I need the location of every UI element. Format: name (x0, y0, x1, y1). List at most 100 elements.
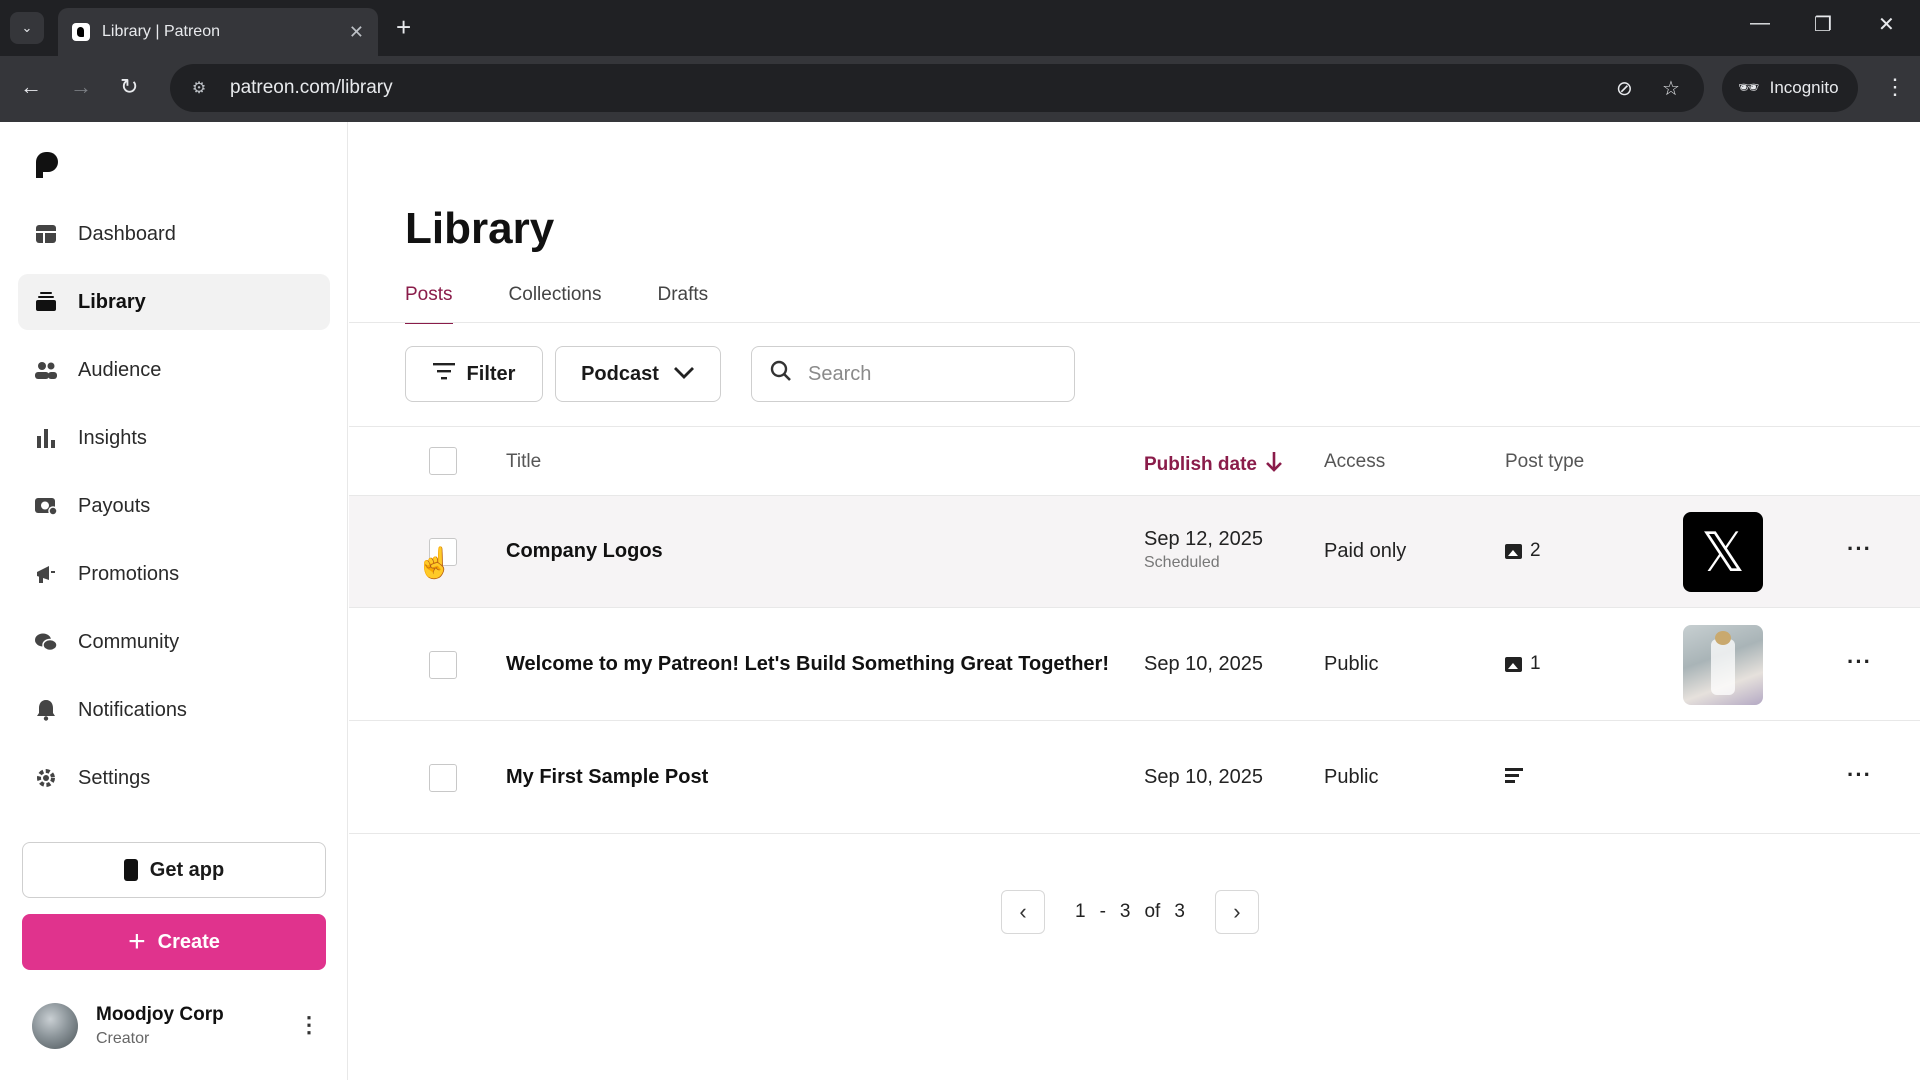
sidebar-item-dashboard[interactable]: Dashboard (18, 206, 330, 262)
table-row[interactable]: Company Logos Sep 12, 2025 Scheduled Pai… (349, 496, 1920, 608)
incognito-indicator[interactable]: 🕶 Incognito (1722, 64, 1858, 112)
get-app-label: Get app (149, 858, 225, 881)
select-all-checkbox[interactable] (429, 447, 457, 475)
page-to: 3 (1119, 901, 1131, 922)
sidebar-item-community[interactable]: Community (18, 614, 330, 670)
eye-off-icon[interactable]: ⊘ (1616, 76, 1633, 101)
column-access[interactable]: Access (1324, 451, 1385, 473)
library-tabs: Posts Collections Drafts (405, 284, 708, 324)
more-options-icon[interactable]: ··· (1847, 649, 1872, 675)
x-logo-thumbnail[interactable]: 𝕏 (1683, 512, 1763, 592)
tab-drafts[interactable]: Drafts (657, 284, 708, 324)
site-info-icon[interactable]: ⚙ (188, 77, 210, 99)
column-title[interactable]: Title (506, 451, 541, 473)
plus-icon: + (128, 925, 146, 958)
post-type-count: 1 (1530, 653, 1541, 674)
table-row[interactable]: Welcome to my Patreon! Let's Build Somet… (349, 609, 1920, 721)
post-title[interactable]: Welcome to my Patreon! Let's Build Somet… (506, 653, 1109, 676)
page-range: 1 - 3 of 3 (1075, 901, 1185, 923)
podcast-dropdown[interactable]: Podcast (555, 346, 721, 402)
post-type: 1 (1505, 653, 1541, 675)
sidebar-item-label: Insights (78, 426, 147, 449)
address-bar[interactable]: ⚙ patreon.com/library (170, 64, 1704, 112)
search-box[interactable] (751, 346, 1075, 402)
sidebar-item-label: Payouts (78, 494, 151, 517)
podcast-label: Podcast (581, 362, 659, 385)
post-access: Public (1324, 653, 1379, 675)
sidebar-item-label: Library (78, 290, 146, 313)
post-date: Sep 10, 2025 (1144, 653, 1263, 675)
filter-label: Filter (466, 362, 516, 385)
user-account[interactable]: Moodjoy Corp Creator ⋮ (32, 998, 332, 1054)
phone-icon (123, 859, 138, 881)
insights-icon (34, 426, 58, 450)
image-icon (1505, 543, 1522, 559)
page-of: of (1144, 901, 1161, 922)
more-options-icon[interactable]: ··· (1847, 536, 1872, 562)
sort-down-arrow-icon (1265, 451, 1283, 479)
user-menu-icon[interactable]: ⋮ (298, 1012, 320, 1038)
sidebar: Dashboard Library Audience Insights Payo… (0, 122, 348, 1080)
tab-collections[interactable]: Collections (509, 284, 602, 324)
library-icon (34, 290, 58, 314)
tabs-divider (349, 322, 1920, 323)
row-checkbox[interactable] (429, 764, 457, 792)
reload-icon[interactable]: ↻ (120, 74, 138, 100)
image-icon (1505, 656, 1522, 672)
browser-menu-icon[interactable]: ⋮ (1884, 74, 1906, 100)
post-type: 2 (1505, 540, 1541, 562)
get-app-button[interactable]: Get app (22, 842, 326, 898)
previous-page-button[interactable]: ‹ (1001, 890, 1045, 934)
row-checkbox[interactable] (429, 651, 457, 679)
user-role: Creator (96, 1030, 150, 1047)
tab-list-button[interactable]: ⌄ (10, 12, 44, 44)
close-tab-icon[interactable]: ✕ (349, 22, 364, 43)
filter-button[interactable]: Filter (405, 346, 543, 402)
search-input[interactable] (808, 362, 1028, 386)
post-access: Paid only (1324, 540, 1407, 562)
sidebar-item-label: Community (78, 630, 180, 653)
patreon-logo-icon[interactable] (36, 152, 58, 178)
close-window-icon[interactable]: ✕ (1878, 12, 1895, 37)
sidebar-item-label: Audience (78, 358, 162, 381)
page-from: 1 (1075, 901, 1086, 922)
page-total: 3 (1174, 901, 1185, 922)
payouts-icon (34, 494, 58, 518)
url-text: patreon.com/library (230, 77, 393, 98)
sidebar-item-notifications[interactable]: Notifications (18, 682, 330, 738)
table-header: Title Publish date Access Post type (349, 426, 1920, 496)
browser-tab[interactable]: Library | Patreon ✕ (58, 8, 378, 56)
bookmark-star-icon[interactable]: ☆ (1662, 76, 1680, 101)
new-tab-icon[interactable]: + (396, 14, 411, 40)
patreon-favicon-icon (72, 23, 90, 41)
sidebar-item-library[interactable]: Library (18, 274, 330, 330)
settings-icon (34, 766, 58, 790)
sidebar-item-audience[interactable]: Audience (18, 342, 330, 398)
sidebar-item-insights[interactable]: Insights (18, 410, 330, 466)
create-button[interactable]: + Create (22, 914, 326, 970)
forward-icon[interactable]: → (70, 74, 92, 100)
sidebar-item-label: Dashboard (78, 222, 176, 245)
tab-posts[interactable]: Posts (405, 284, 453, 324)
photo-thumbnail[interactable] (1683, 625, 1763, 705)
restore-icon[interactable]: ❐ (1814, 12, 1832, 37)
next-page-button[interactable]: › (1214, 890, 1259, 934)
tab-title: Library | Patreon (102, 23, 220, 40)
browser-tab-bar: ⌄ Library | Patreon ✕ + — ❐ ✕ (0, 0, 1920, 56)
sidebar-item-payouts[interactable]: Payouts (18, 478, 330, 534)
back-icon[interactable]: ← (20, 74, 42, 100)
table-row[interactable]: My First Sample Post Sep 10, 2025 Public… (349, 722, 1920, 834)
post-type (1505, 768, 1523, 784)
main-content: Library Posts Collections Drafts Filter … (349, 122, 1920, 1080)
more-options-icon[interactable]: ··· (1847, 762, 1872, 788)
search-icon (770, 360, 792, 388)
column-publish-date[interactable]: Publish date (1144, 451, 1283, 479)
sidebar-item-promotions[interactable]: Promotions (18, 546, 330, 602)
post-title[interactable]: My First Sample Post (506, 766, 708, 789)
sidebar-item-settings[interactable]: Settings (18, 750, 330, 806)
column-post-type[interactable]: Post type (1505, 451, 1584, 473)
post-title[interactable]: Company Logos (506, 540, 663, 563)
promotions-icon (34, 562, 58, 586)
page-dash: - (1099, 901, 1106, 922)
minimize-icon[interactable]: — (1750, 12, 1770, 35)
